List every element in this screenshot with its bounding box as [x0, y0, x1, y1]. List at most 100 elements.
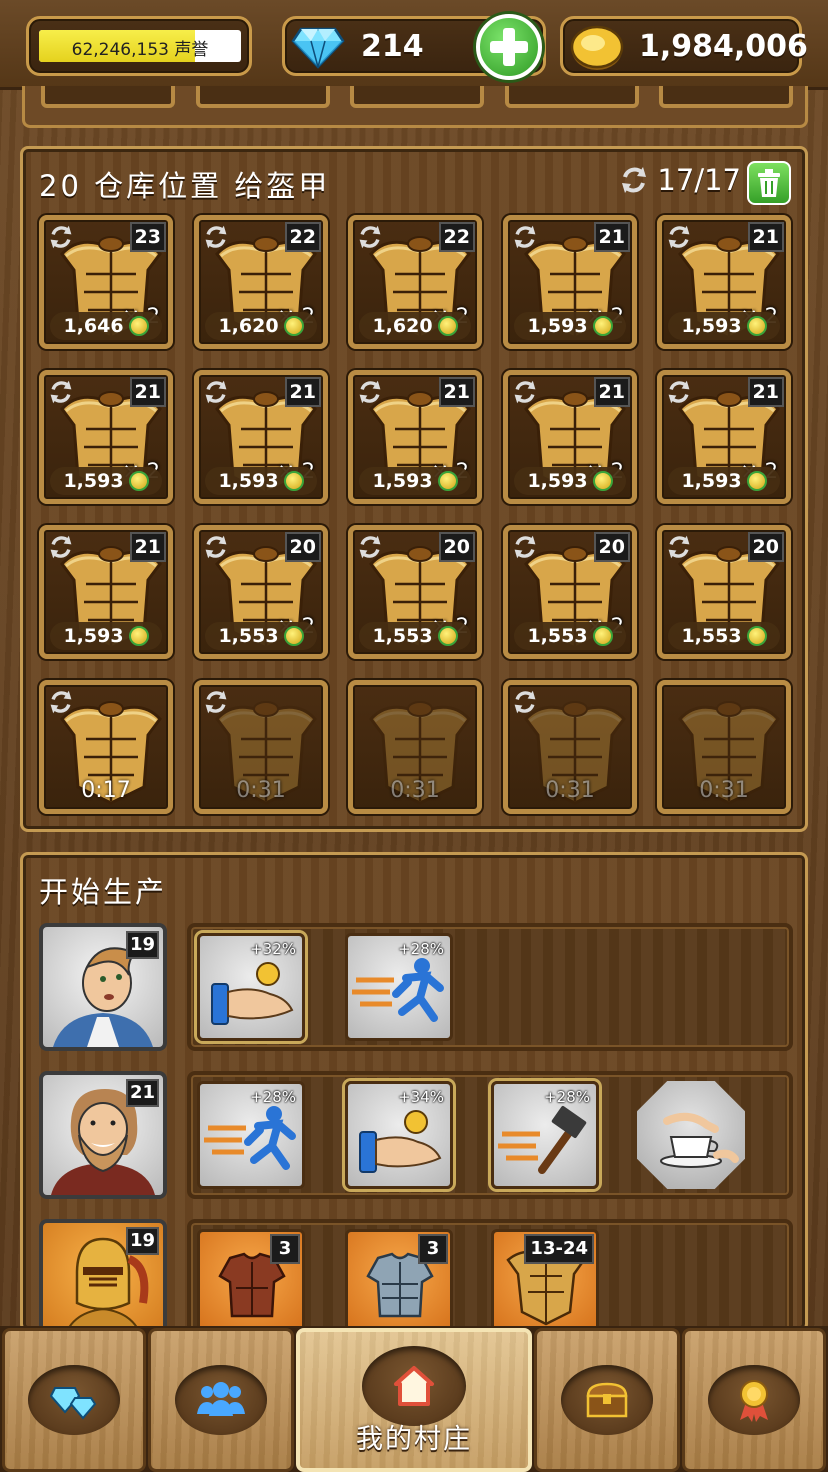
skill-slot[interactable]: +28% [345, 933, 453, 1041]
warehouse-slot[interactable]: 22 × 2 1,620 [348, 215, 482, 349]
item-price: 1,620 [359, 312, 471, 340]
item-price-value: 1,620 [218, 315, 279, 337]
gold-coin-icon [437, 626, 458, 646]
production-panel: 开始生产 19 +32% +28% 21 +28% +34% +28% 19 3… [20, 852, 808, 1347]
gold-coin-icon [570, 25, 624, 70]
add-gems-button[interactable] [476, 14, 542, 80]
trash-button[interactable] [747, 161, 791, 205]
worker-portrait[interactable]: 21 [39, 1071, 167, 1199]
production-timer: 0:31 [390, 778, 440, 803]
item-price-value: 1,593 [63, 625, 124, 647]
production-title: 开始生产 [39, 875, 168, 909]
warehouse-slot[interactable]: 0:31 [657, 680, 791, 814]
refresh-icon [514, 535, 536, 559]
warehouse-slot[interactable]: 20 1,553 [657, 525, 791, 659]
refresh-icon [359, 535, 381, 559]
worker-skill-tray: +28% +34% +28% [187, 1071, 793, 1199]
nav-workers-button[interactable] [148, 1328, 294, 1472]
refresh-icon [50, 380, 72, 404]
nav-gems-button[interactable] [2, 1328, 146, 1472]
warehouse-slot[interactable]: 22 × 2 1,620 [194, 215, 328, 349]
warehouse-slot[interactable]: 21 1,593 [39, 525, 173, 659]
warehouse-slot-edge [350, 86, 484, 108]
warehouse-slot[interactable]: 20 × 2 1,553 [194, 525, 328, 659]
worker-level-badge: 21 [125, 1079, 159, 1107]
item-level-badge: 21 [129, 377, 166, 407]
nav-chest-button[interactable] [534, 1328, 680, 1472]
skill-slot[interactable]: +32% [197, 933, 305, 1041]
gold-coin-icon [283, 471, 304, 491]
gold-coin-icon [592, 471, 613, 491]
item-price: 1,620 [205, 312, 317, 340]
skill-slot[interactable] [637, 1081, 745, 1189]
item-price-value: 1,593 [527, 470, 588, 492]
warehouse-slot[interactable]: 21 × 2 1,593 [657, 215, 791, 349]
fame-counter[interactable]: 62,246,153 声誉 [26, 16, 252, 76]
warehouse-panel: 20 仓库位置 给盔甲 17/17 23 × 2 1,646 [20, 146, 808, 832]
warehouse-slot[interactable]: 21 × 2 1,593 [39, 370, 173, 504]
previous-warehouse-panel [22, 86, 808, 128]
item-level-badge: 20 [284, 532, 321, 562]
skill-slot[interactable]: +28% [491, 1081, 599, 1189]
gold-value: 1,984,006 [639, 29, 808, 64]
item-level-badge: 21 [438, 377, 475, 407]
warehouse-slot[interactable]: 21 × 2 1,593 [348, 370, 482, 504]
refresh-icon [514, 225, 536, 249]
item-price: 1,553 [668, 622, 780, 650]
refresh-icon [668, 380, 690, 404]
skill-slot[interactable]: +28% [197, 1081, 305, 1189]
item-level-badge: 22 [438, 222, 475, 252]
recipe-level-badge: 3 [418, 1234, 448, 1264]
gems-icon [49, 1387, 97, 1420]
worker-skill-tray: +32% +28% [187, 923, 793, 1051]
refresh-icon [514, 690, 536, 714]
item-price: 1,553 [205, 622, 317, 650]
item-price-value: 1,593 [218, 470, 279, 492]
item-level-badge: 21 [593, 377, 630, 407]
warehouse-slot[interactable]: 21 × 2 1,593 [657, 370, 791, 504]
item-price: 1,593 [668, 467, 780, 495]
home-icon [394, 1366, 434, 1406]
warehouse-capacity: 17/17 [619, 163, 741, 197]
worker-portrait[interactable]: 19 [39, 923, 167, 1051]
warehouse-slot[interactable]: 0:31 [348, 680, 482, 814]
warehouse-slot[interactable]: 20 × 2 1,553 [503, 525, 637, 659]
gold-coin-icon [746, 316, 767, 336]
recipe-slot[interactable]: 13-24 [491, 1229, 599, 1341]
warehouse-slot[interactable]: 0:31 [194, 680, 328, 814]
item-level-badge: 21 [129, 532, 166, 562]
gold-counter[interactable]: 1,984,006 [560, 16, 808, 76]
refresh-icon [205, 380, 227, 404]
item-level-badge: 20 [438, 532, 475, 562]
fame-value: 62,246,153 [71, 40, 169, 60]
item-level-badge: 21 [593, 222, 630, 252]
resource-bar: 62,246,153 声誉 214 1,984,006 [0, 0, 828, 90]
refresh-icon [50, 535, 72, 559]
warehouse-slot[interactable]: 21 × 2 1,593 [503, 370, 637, 504]
warehouse-slot[interactable]: 21 × 2 1,593 [503, 215, 637, 349]
refresh-icon [668, 535, 690, 559]
skill-slot[interactable]: +34% [345, 1081, 453, 1189]
warehouse-slot[interactable]: 0:31 [503, 680, 637, 814]
gold-coin-icon [128, 316, 149, 336]
warehouse-slot[interactable]: 23 × 2 1,646 [39, 215, 173, 349]
warehouse-slot[interactable]: 20 × 2 1,553 [348, 525, 482, 659]
recipe-slot[interactable]: 3 [197, 1229, 305, 1341]
warehouse-slot-edge [196, 86, 330, 108]
item-price-value: 1,553 [527, 625, 588, 647]
item-price-value: 1,593 [681, 315, 742, 337]
item-level-badge: 23 [129, 222, 166, 252]
worker-level-badge: 19 [125, 1227, 159, 1255]
gold-coin-icon [592, 626, 613, 646]
refresh-icon [622, 167, 647, 193]
gold-coin-icon [128, 471, 149, 491]
recipe-slot[interactable]: 3 [345, 1229, 453, 1341]
warehouse-slot[interactable]: 0:17 [39, 680, 173, 814]
warehouse-slot[interactable]: 21 × 2 1,593 [194, 370, 328, 504]
nav-achievements-button[interactable] [682, 1328, 826, 1472]
item-price: 1,553 [514, 622, 626, 650]
gold-coin-icon [437, 316, 458, 336]
item-price: 1,593 [514, 467, 626, 495]
nav-village-button[interactable]: 我的村庄 [296, 1328, 532, 1472]
gold-coin-icon [128, 626, 149, 646]
